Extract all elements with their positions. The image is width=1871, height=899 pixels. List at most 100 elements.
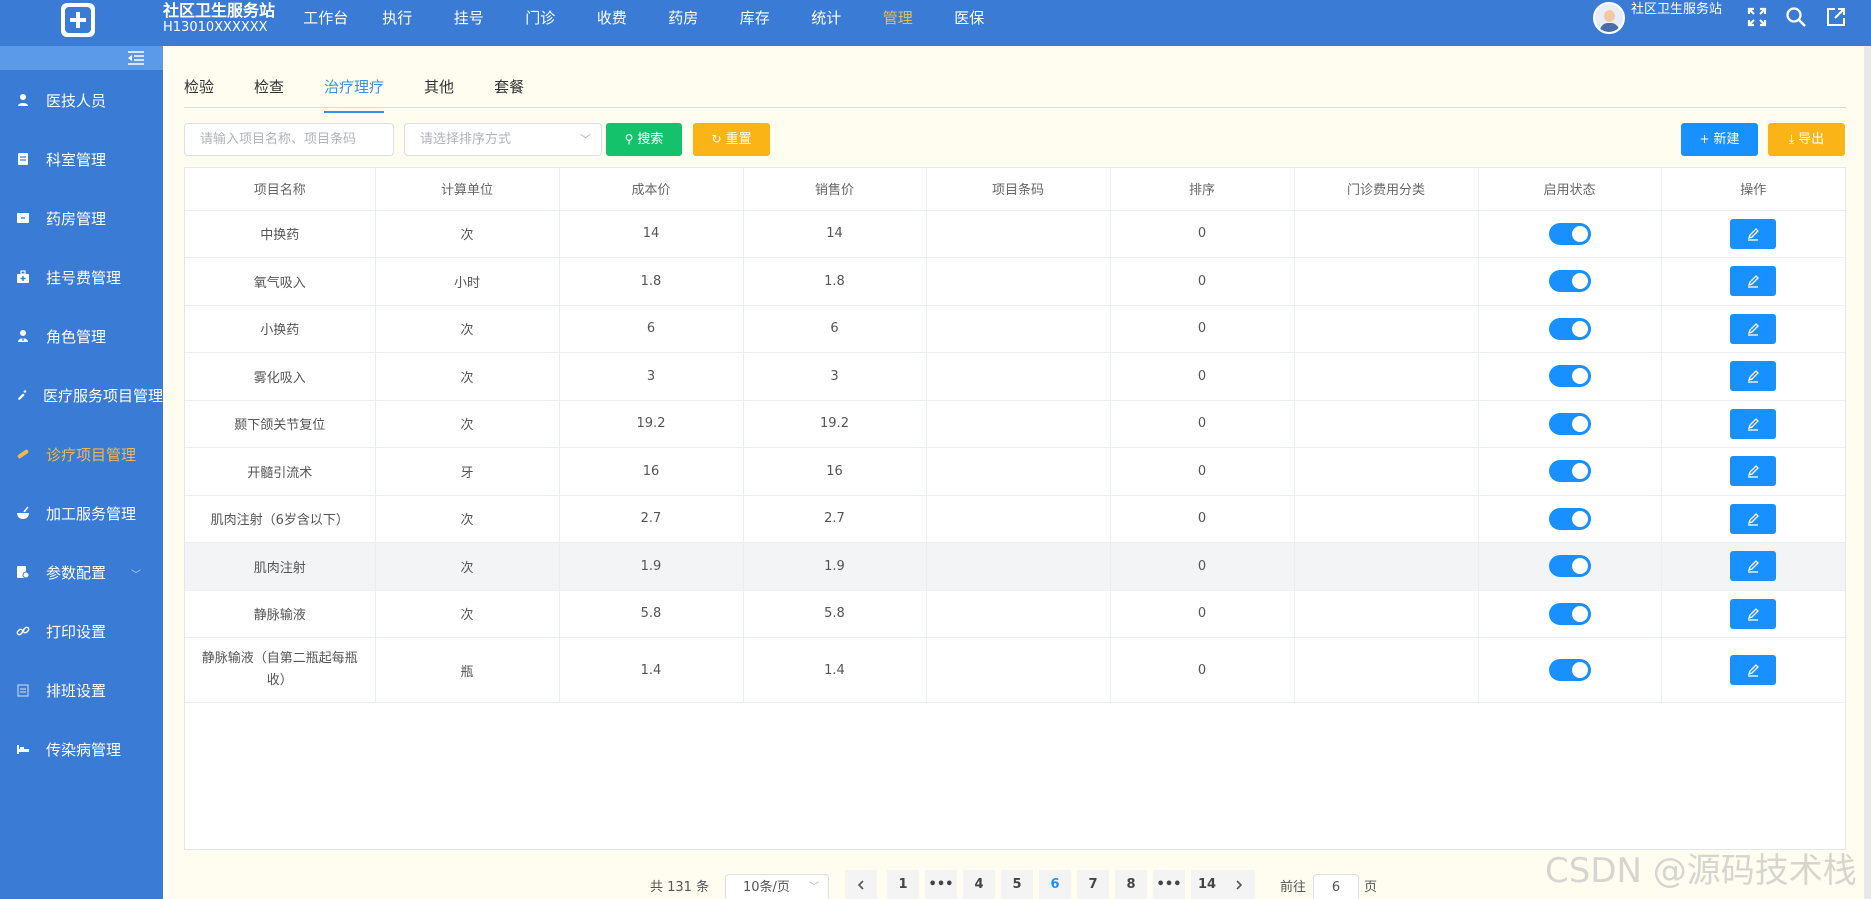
avatar[interactable] — [1593, 2, 1625, 34]
sidebar-item-registration-fee[interactable]: 挂号费管理 — [0, 257, 163, 297]
page-ellipsis[interactable]: ••• — [1153, 870, 1185, 899]
page-number[interactable]: 5 — [1001, 870, 1033, 899]
logo[interactable] — [61, 3, 95, 37]
sidebar-item-medical-staff[interactable]: 医技人员 — [0, 80, 163, 120]
export-button[interactable]: ⤓ 导出 — [1768, 123, 1845, 156]
tab-examination[interactable]: 检查 — [254, 72, 284, 107]
sidebar-item-label: 角色管理 — [46, 327, 107, 346]
nav-charge[interactable]: 收费 — [576, 0, 648, 38]
sidebar-item-print-settings[interactable]: 打印设置 — [0, 611, 163, 651]
sort-select[interactable]: 请选择排序方式 ﹀ — [404, 123, 602, 156]
nav-management[interactable]: 管理 — [862, 0, 934, 38]
enabled-toggle[interactable] — [1548, 270, 1591, 293]
page-number[interactable]: 4 — [963, 870, 995, 899]
cell-unit: 次 — [375, 542, 560, 591]
table-row[interactable]: 氧气吸入 小时 1.8 1.8 0 — [185, 257, 1845, 306]
page-size-select[interactable]: 10条/页 ﹀ — [725, 874, 829, 899]
chevron-left-icon — [857, 880, 864, 890]
tab-treatment-therapy[interactable]: 治疗理疗 — [324, 72, 385, 113]
sidebar-item-infectious-disease[interactable]: 传染病管理 — [0, 729, 163, 769]
plus-icon: + — [1699, 132, 1710, 146]
enabled-toggle[interactable] — [1548, 659, 1591, 681]
nav-inventory[interactable]: 库存 — [719, 0, 791, 38]
prev-page-button[interactable] — [845, 870, 877, 899]
page-number[interactable]: 8 — [1115, 870, 1147, 899]
enabled-toggle[interactable] — [1548, 555, 1591, 578]
fullscreen-icon[interactable] — [1746, 6, 1768, 28]
page-number[interactable]: 7 — [1077, 870, 1109, 899]
page-number[interactable]: 6 — [1039, 870, 1071, 899]
sidebar-collapse-button[interactable] — [0, 46, 163, 70]
tab-lab-test[interactable]: 检验 — [184, 72, 214, 107]
sidebar-item-treatment-items[interactable]: 诊疗项目管理 — [0, 434, 163, 474]
nav-pharmacy[interactable]: 药房 — [648, 0, 720, 38]
search-button[interactable]: ⚲ 搜索 — [606, 123, 682, 156]
external-link-icon[interactable] — [1825, 6, 1847, 28]
edit-button[interactable] — [1730, 266, 1777, 297]
sidebar-item-processing-service[interactable]: 加工服务管理 — [0, 493, 163, 533]
nav-statistics[interactable]: 统计 — [791, 0, 863, 38]
nav-execute[interactable]: 执行 — [362, 0, 434, 38]
nav-outpatient[interactable]: 门诊 — [505, 0, 577, 38]
cell-cost: 1.4 — [559, 637, 744, 703]
cell-status — [1478, 590, 1662, 638]
nav-registration[interactable]: 挂号 — [433, 0, 505, 38]
search-input[interactable]: 请输入项目名称、项目条码 — [184, 123, 394, 156]
table-row[interactable]: 开髓引流术牙 16 16 0 — [185, 447, 1845, 496]
edit-button[interactable] — [1730, 313, 1777, 344]
tab-other[interactable]: 其他 — [424, 72, 454, 107]
edit-button[interactable] — [1730, 503, 1777, 534]
enabled-toggle[interactable] — [1548, 460, 1591, 483]
cell-unit: 次 — [375, 590, 560, 638]
enabled-toggle[interactable] — [1548, 317, 1591, 340]
nav-workbench[interactable]: 工作台 — [290, 0, 362, 38]
goto-page-input[interactable]: 6 — [1313, 874, 1359, 899]
enabled-toggle[interactable] — [1548, 507, 1591, 530]
tab-package[interactable]: 套餐 — [494, 72, 524, 107]
scrollbar[interactable] — [1864, 46, 1871, 899]
table-row[interactable]: 颞下颌关节复位次 19.2 19.2 0 — [185, 400, 1845, 448]
items-table: 项目名称 计算单位 成本价 销售价 项目条码 排序 门诊费用分类 启用状态 操作… — [184, 167, 1846, 850]
edit-button[interactable] — [1730, 218, 1777, 249]
table-row[interactable]: 肌肉注射次 1.9 1.9 0 — [185, 542, 1845, 591]
sidebar: 医技人员 科室管理 药房管理 挂号费管理 角色管理 医疗服务项目管理 诊疗项目管… — [0, 46, 163, 899]
sidebar-item-scheduling[interactable]: 排班设置 — [0, 670, 163, 710]
edit-button[interactable] — [1730, 598, 1777, 629]
sidebar-item-roles[interactable]: 角色管理 — [0, 316, 163, 356]
cell-actions — [1661, 400, 1845, 448]
enabled-toggle[interactable] — [1548, 602, 1591, 625]
table-row[interactable]: 肌肉注射（6岁含以下）次 2.7 2.7 0 — [185, 495, 1845, 543]
sidebar-item-parameter-config[interactable]: 参数配置 ﹀ — [0, 552, 163, 592]
sidebar-item-pharmacy[interactable]: 药房管理 — [0, 198, 163, 238]
cell-unit: 瓶 — [375, 637, 560, 703]
table-row[interactable]: 中换药次 14 14 0 — [185, 210, 1845, 258]
nav-insurance[interactable]: 医保 — [934, 0, 1006, 38]
sidebar-item-department[interactable]: 科室管理 — [0, 139, 163, 179]
person-icon — [18, 94, 28, 106]
table-row[interactable]: 静脉输液（自第二瓶起每瓶收）瓶 1.4 1.4 0 — [185, 637, 1845, 703]
edit-button[interactable] — [1730, 655, 1777, 685]
cell-actions — [1661, 447, 1845, 496]
sidebar-item-label: 参数配置 — [46, 563, 107, 582]
sidebar-item-medical-service[interactable]: 医疗服务项目管理 — [0, 375, 163, 415]
page-ellipsis[interactable]: ••• — [925, 870, 957, 899]
enabled-toggle[interactable] — [1548, 222, 1591, 245]
table-row[interactable]: 小换药次 6 6 0 — [185, 305, 1845, 353]
table-row[interactable]: 雾化吸入次 3 3 0 — [185, 352, 1845, 401]
page-number[interactable]: 1 — [887, 870, 919, 899]
edit-button[interactable] — [1730, 408, 1777, 439]
cell-actions — [1661, 637, 1845, 703]
cell-price: 2.7 — [743, 495, 927, 543]
enabled-toggle[interactable] — [1548, 365, 1591, 388]
edit-button[interactable] — [1730, 456, 1777, 487]
reset-button[interactable]: ↻ 重置 — [693, 123, 770, 156]
page-number[interactable]: 14 — [1191, 870, 1223, 899]
search-icon[interactable] — [1785, 6, 1807, 28]
next-page-button[interactable] — [1223, 870, 1255, 899]
edit-button[interactable] — [1730, 551, 1777, 582]
enabled-toggle[interactable] — [1548, 412, 1591, 435]
edit-button[interactable] — [1730, 361, 1777, 392]
new-button[interactable]: + 新建 — [1681, 123, 1758, 156]
user-name[interactable]: 社区卫生服务站 — [1631, 1, 1722, 19]
table-row[interactable]: 静脉输液次 5.8 5.8 0 — [185, 590, 1845, 638]
